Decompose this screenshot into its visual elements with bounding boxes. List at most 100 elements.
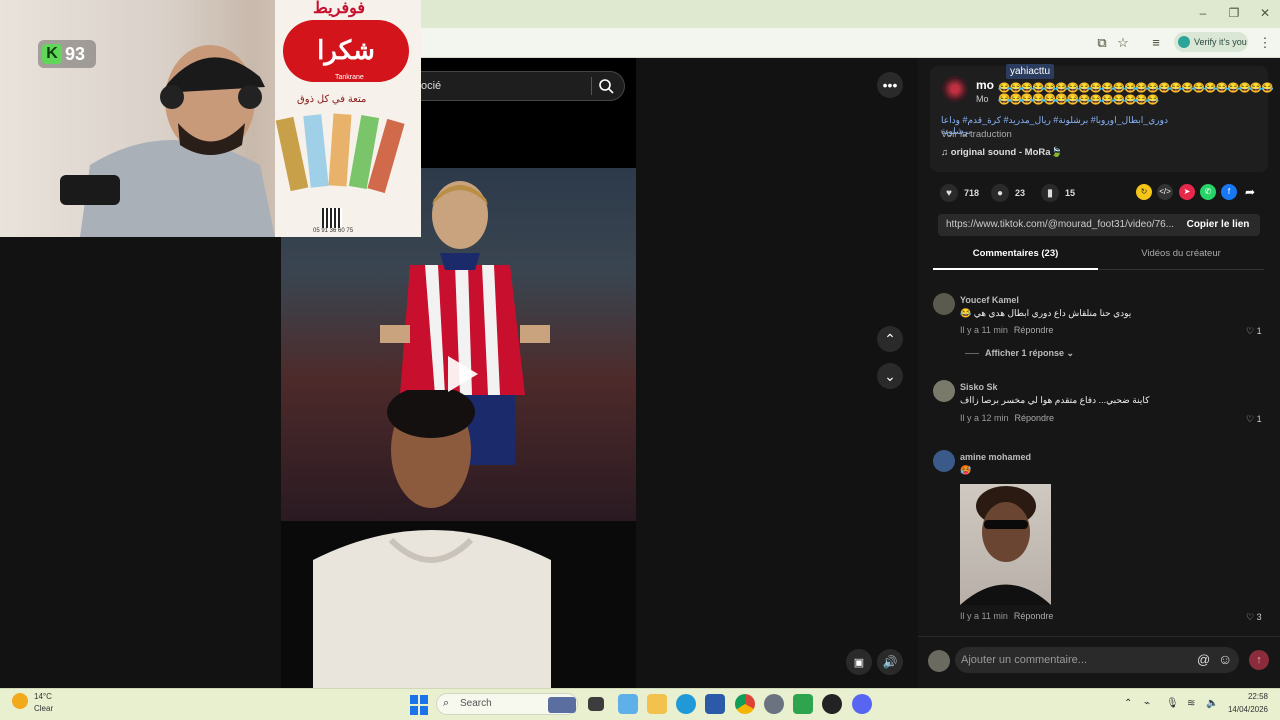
more-options-icon[interactable]: ••• <box>877 72 903 98</box>
avatar[interactable] <box>942 76 968 102</box>
reply-button[interactable]: Répondre <box>1014 611 1054 621</box>
author-handle[interactable]: mo <box>976 78 994 92</box>
tab-comments[interactable]: Commentaires (23) <box>933 248 1098 270</box>
comment-meta: Il y a 12 min Répondre <box>960 413 1054 423</box>
ad-bar-2 <box>303 114 329 188</box>
close-icon[interactable]: ✕ <box>1250 4 1280 22</box>
mention-icon[interactable]: @ <box>1197 652 1210 667</box>
video-frame-presenter <box>281 390 636 688</box>
weather-moon-icon[interactable] <box>12 693 28 709</box>
heart-icon: ♥ <box>940 184 958 202</box>
repost-icon[interactable]: ↻ <box>1136 184 1152 200</box>
reply-button[interactable]: Répondre <box>1015 413 1055 423</box>
ad-phone: 05 91 36 60 75 <box>313 228 354 234</box>
save-button[interactable]: ▮ 15 <box>1041 184 1075 202</box>
clock-time[interactable]: 22:58 <box>1240 692 1268 701</box>
previous-video-icon[interactable]: ⌃ <box>877 326 903 352</box>
mini-player-icon[interactable]: ▣ <box>846 649 872 675</box>
comment-button[interactable]: ● 23 <box>991 184 1025 202</box>
facebook-icon[interactable]: f <box>1221 184 1237 200</box>
sound-label: original sound - MoRa🍃 <box>950 147 1063 158</box>
comment-like-button[interactable]: ♡ 3 <box>1246 612 1262 623</box>
reply-button[interactable]: Répondre <box>1014 325 1054 335</box>
sound-link[interactable]: ♫ original sound - MoRa🍃 <box>941 147 1062 158</box>
comment-author[interactable]: Youcef Kamel <box>960 295 1019 305</box>
next-video-icon[interactable]: ⌄ <box>877 363 903 389</box>
media-player-icon[interactable] <box>822 694 842 714</box>
share-icon[interactable]: ➦ <box>1242 184 1258 200</box>
chevron-up-icon[interactable]: ⌃ <box>1124 698 1132 709</box>
weather-condition: Clear <box>34 704 54 713</box>
search-divider <box>591 77 592 95</box>
wifi-icon[interactable]: ≋ <box>1187 698 1195 709</box>
copy-link-button[interactable]: Copier le lien <box>1176 214 1260 236</box>
verify-button[interactable]: Verify it's you <box>1174 32 1248 52</box>
comment-text: 🥵 <box>960 465 972 475</box>
reading-list-icon[interactable]: ≡ <box>1147 34 1165 52</box>
streaming-app-icon[interactable] <box>793 694 813 714</box>
chrome-browser-icon[interactable] <box>735 694 755 714</box>
comment-icon: ● <box>991 184 1009 202</box>
comment-author[interactable]: Sisko Sk <box>960 382 998 392</box>
like-button[interactable]: ♥ 718 <box>940 184 979 202</box>
show-replies-button[interactable]: Afficher 1 réponse ⌄ <box>985 348 1074 359</box>
comment-author[interactable]: amine mohamed <box>960 452 1031 462</box>
kick-logo-icon: K <box>42 44 62 64</box>
like-count: 718 <box>964 188 980 198</box>
edge-browser-icon[interactable] <box>676 694 696 714</box>
file-explorer-icon[interactable] <box>647 694 667 714</box>
badge-count: 93 <box>65 43 86 64</box>
tooltip: yahiacttu <box>1006 64 1055 79</box>
whatsapp-icon[interactable]: ✆ <box>1200 184 1216 200</box>
avatar[interactable] <box>933 293 955 315</box>
comment-time: Il y a 12 min <box>960 413 1009 423</box>
comment-sticker-image[interactable] <box>960 484 1051 605</box>
menu-kebab-icon[interactable]: ⋮ <box>1256 34 1274 52</box>
windows-start-icon[interactable] <box>410 695 430 715</box>
see-translation-link[interactable]: Voir la traduction <box>941 129 1012 140</box>
speaker-icon[interactable]: 🔈 <box>1206 698 1218 709</box>
restore-icon[interactable]: ❐ <box>1219 4 1249 22</box>
volume-icon[interactable]: 🔊 <box>877 649 903 675</box>
send-to-friends-icon[interactable]: ➤ <box>1179 184 1195 200</box>
comment-time: Il y a 11 min <box>960 611 1008 621</box>
discord-icon[interactable] <box>852 694 872 714</box>
avatar[interactable] <box>933 450 955 472</box>
emoji-icon[interactable]: ☺ <box>1218 651 1232 667</box>
avatar[interactable] <box>933 380 955 402</box>
search-icon[interactable] <box>598 78 614 94</box>
save-count: 15 <box>1065 188 1076 198</box>
widgets-app-icon[interactable] <box>618 694 638 714</box>
comment-text: كاينة ضحبي... دفاع متقدم هوا لي مخسر برص… <box>960 395 1150 405</box>
comment-like-button[interactable]: ♡ 1 <box>1246 414 1262 425</box>
minimize-icon[interactable]: – <box>1188 4 1218 22</box>
weather-temp[interactable]: 14°C <box>34 692 52 701</box>
verify-label: Verify it's you <box>1194 37 1247 47</box>
comment-like-count: 3 <box>1256 612 1262 622</box>
search-input-text: ocié <box>421 80 442 92</box>
ad-brand: شكرا <box>283 20 409 82</box>
microphone-icon[interactable]: 🎙 <box>1166 698 1179 709</box>
install-app-icon[interactable]: ⧉ <box>1093 34 1111 52</box>
tab-creator-videos[interactable]: Vidéos du créateur <box>1098 248 1264 270</box>
task-view-icon[interactable] <box>588 697 604 711</box>
microsoft-store-icon[interactable] <box>705 694 725 714</box>
comment-time: Il y a 11 min <box>960 325 1008 335</box>
embed-icon[interactable]: </> <box>1157 184 1173 200</box>
avatar <box>928 650 950 672</box>
network-icon[interactable]: ⌁ <box>1144 698 1150 709</box>
play-icon[interactable] <box>444 354 480 394</box>
show-replies-label: Afficher 1 réponse <box>985 348 1065 358</box>
search-input[interactable] <box>421 71 625 101</box>
clock-date[interactable]: 14/04/2026 <box>1224 705 1268 714</box>
search-highlight-icon[interactable] <box>548 697 576 713</box>
ad-qr-code <box>322 208 342 228</box>
bookmark-star-icon[interactable]: ☆ <box>1114 34 1132 52</box>
send-comment-button[interactable]: ↑ <box>1249 650 1269 670</box>
ad-top-text: فوفريط <box>313 0 366 17</box>
bookmark-icon: ▮ <box>1041 184 1059 202</box>
emoji-overlay-line-2: 😂😂😂😂😂😂😂😂😂😂😂😂😂😂 <box>998 95 1159 106</box>
settings-gear-icon[interactable] <box>764 694 784 714</box>
comment-meta: Il y a 11 min Répondre <box>960 611 1053 621</box>
comment-like-button[interactable]: ♡ 1 <box>1246 326 1262 337</box>
